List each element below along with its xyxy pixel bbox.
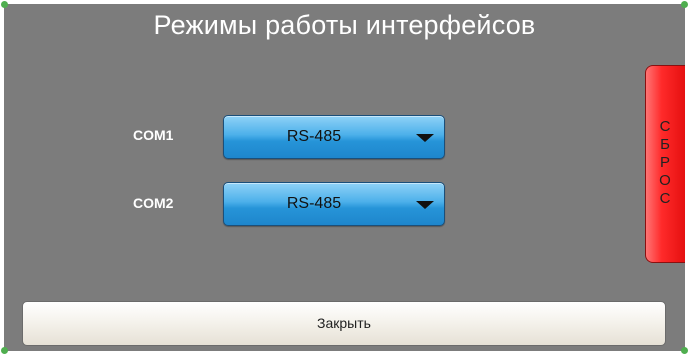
dialog-title: Режимы работы интерфейсов: [153, 10, 536, 40]
corner-marker: [1, 1, 8, 8]
com1-mode-dropdown[interactable]: RS-485: [223, 115, 445, 159]
reset-letter: С: [659, 118, 671, 135]
com1-label: COM1: [133, 127, 174, 143]
reset-letter: С: [659, 190, 671, 207]
interface-modes-panel: Режимы работы интерфейсов COM1 RS-485 CO…: [4, 4, 685, 351]
com1-mode-value: RS-485: [286, 128, 342, 145]
caret-down-icon: [416, 201, 434, 209]
reset-letter: О: [659, 172, 671, 189]
corner-marker: [1, 347, 8, 354]
close-button[interactable]: Закрыть: [22, 301, 666, 346]
reset-button[interactable]: С Б Р О С: [645, 65, 685, 263]
com2-mode-value: RS-485: [286, 195, 342, 212]
caret-down-icon: [416, 134, 434, 142]
corner-marker: [681, 347, 688, 354]
corner-marker: [681, 1, 688, 8]
reset-letter: Р: [659, 154, 670, 171]
com2-mode-dropdown[interactable]: RS-485: [223, 182, 445, 226]
reset-button-label: С Б Р О С: [646, 118, 684, 208]
com2-label: COM2: [133, 195, 174, 211]
reset-letter: Б: [660, 136, 670, 153]
